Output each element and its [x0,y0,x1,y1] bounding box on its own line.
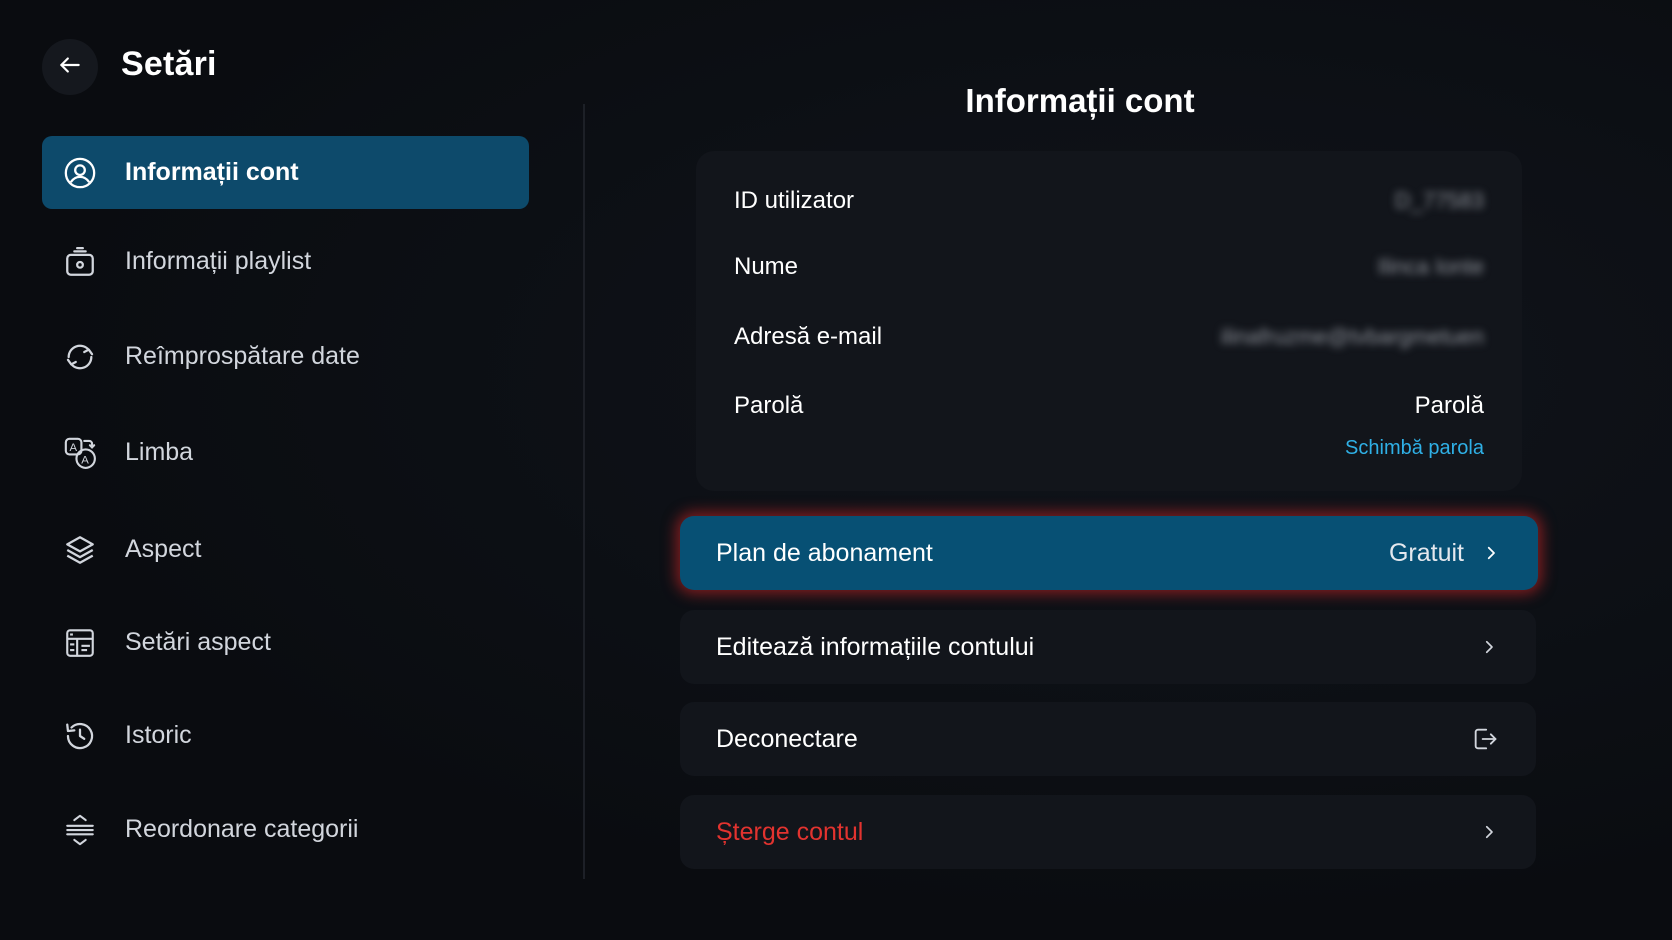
account-info-card: ID utilizator D_77583 Nume Ilinca Ionte … [696,151,1522,491]
chevron-right-icon [1480,542,1502,564]
svg-text:A: A [70,442,78,454]
email-row: Adresă e-mail ilinafruzme@tvbargmetuen [734,323,1484,351]
sidebar-item-label: Limba [125,438,194,466]
sidebar-item-label: Setări aspect [125,628,271,656]
user-id-row: ID utilizator D_77583 [734,187,1484,215]
tv-playlist-icon [62,244,98,280]
name-value: Ilinca Ionte [1377,254,1484,279]
logout-icon [1470,724,1500,754]
user-id-label: ID utilizator [734,187,855,214]
sidebar-item-appearance[interactable]: Aspect [42,513,529,586]
subscription-plan-value: Gratuit [1388,538,1464,567]
page-title: Setări [121,45,217,83]
subscription-plan-right: Gratuit [1389,539,1502,568]
subscription-plan-label: Plan de abonament [716,538,933,567]
sidebar-item-playlist-info[interactable]: Informații playlist [42,225,529,298]
delete-account-button[interactable]: Șterge contul [680,795,1536,869]
history-icon [62,718,98,754]
sidebar-item-reorder-categories[interactable]: Reordonare categorii [42,793,529,866]
sidebar-item-label: Reîmprospătare date [125,342,360,370]
chevron-right-icon [1478,821,1500,843]
email-label: Adresă e-mail [734,323,883,350]
back-button[interactable] [42,39,98,95]
logout-button[interactable]: Deconectare [680,702,1536,776]
sidebar-item-label: Informații cont [125,158,299,186]
name-label: Nume [734,253,799,280]
language-icon: A A [62,435,98,471]
logout-label: Deconectare [716,724,858,753]
sidebar-item-label: Informații playlist [125,247,312,275]
reorder-icon [62,812,98,848]
sidebar-item-label: Aspect [125,535,202,563]
change-password-link[interactable]: Schimbă parola [1345,437,1484,460]
sidebar-item-history[interactable]: Istoric [42,699,529,772]
refresh-icon [62,339,98,375]
section-title: Informații cont [965,82,1195,119]
sidebar-item-appearance-settings[interactable]: Setări aspect [42,606,529,679]
password-value: Parolă [1414,392,1484,419]
user-id-value: D_77583 [1394,188,1484,213]
edit-account-button[interactable]: Editează informațiile contului [680,610,1536,684]
email-value: ilinafruzme@tvbargmetuen [1220,324,1484,349]
layers-icon [62,532,98,568]
sidebar-item-account-info[interactable]: Informații cont [42,136,529,209]
subscription-plan-button[interactable]: Plan de abonament Gratuit [680,516,1538,590]
edit-account-label: Editează informațiile contului [716,632,1035,661]
svg-text:A: A [81,454,89,466]
arrow-left-icon [57,52,83,83]
sidebar-item-language[interactable]: A A Limba [42,416,529,489]
user-circle-icon [62,155,98,191]
settings-screen: Setări Informații cont Informații playli… [0,0,1672,940]
sidebar-item-label: Reordonare categorii [125,815,359,843]
delete-account-label: Șterge contul [716,817,864,846]
password-label: Parolă [734,392,804,419]
sidebar-item-refresh-data[interactable]: Reîmprospătare date [42,320,529,393]
layout-settings-icon [62,625,98,661]
chevron-right-icon [1478,636,1500,658]
sidebar-divider [583,104,585,879]
sidebar-item-label: Istoric [125,721,192,749]
name-row: Nume Ilinca Ionte [734,253,1484,281]
password-row: Parolă Parolă [734,392,1484,420]
